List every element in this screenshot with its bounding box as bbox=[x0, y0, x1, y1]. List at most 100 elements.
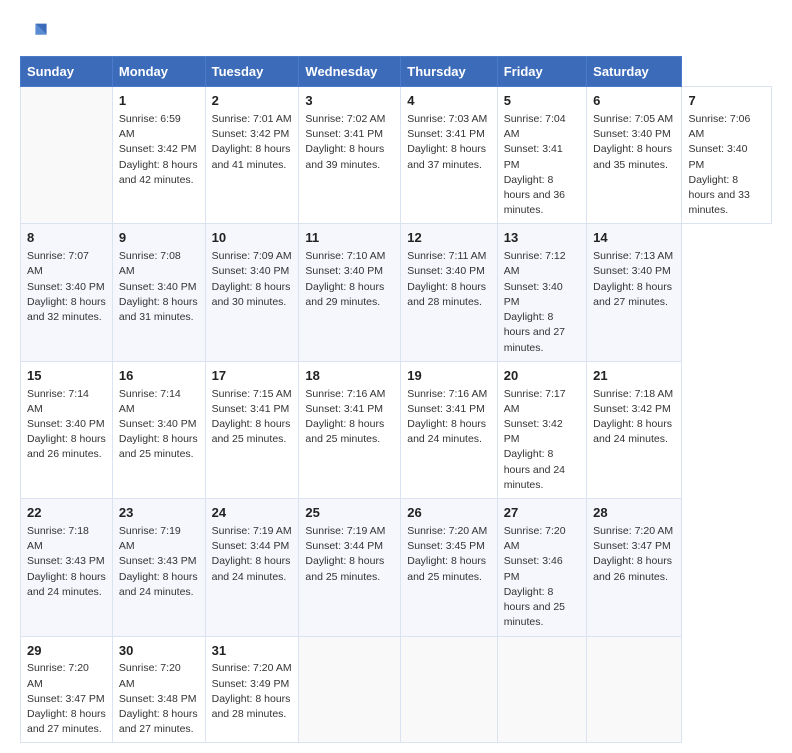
sunrise: Sunrise: 7:20 AM bbox=[119, 662, 181, 689]
daylight: Daylight: 8 hours and 27 minutes. bbox=[593, 281, 672, 308]
sunrise: Sunrise: 7:09 AM bbox=[212, 250, 292, 262]
sunset: Sunset: 3:40 PM bbox=[593, 128, 671, 140]
daylight: Daylight: 8 hours and 25 minutes. bbox=[305, 418, 384, 445]
logo-icon bbox=[20, 18, 48, 46]
day-cell: 8Sunrise: 7:07 AMSunset: 3:40 PMDaylight… bbox=[21, 224, 113, 361]
daylight: Daylight: 8 hours and 27 minutes. bbox=[504, 311, 565, 353]
sunset: Sunset: 3:40 PM bbox=[119, 418, 197, 430]
sunset: Sunset: 3:43 PM bbox=[27, 555, 105, 567]
sunset: Sunset: 3:42 PM bbox=[504, 418, 563, 445]
daylight: Daylight: 8 hours and 26 minutes. bbox=[27, 433, 106, 460]
daylight: Daylight: 8 hours and 24 minutes. bbox=[504, 448, 565, 490]
day-number: 16 bbox=[119, 367, 199, 386]
day-number: 24 bbox=[212, 504, 293, 523]
header bbox=[20, 18, 772, 46]
day-cell: 23Sunrise: 7:19 AMSunset: 3:43 PMDayligh… bbox=[112, 499, 205, 636]
day-cell bbox=[497, 636, 586, 743]
page: SundayMondayTuesdayWednesdayThursdayFrid… bbox=[0, 0, 792, 753]
sunrise: Sunrise: 7:20 AM bbox=[212, 662, 292, 674]
daylight: Daylight: 8 hours and 39 minutes. bbox=[305, 143, 384, 170]
daylight: Daylight: 8 hours and 25 minutes. bbox=[119, 433, 198, 460]
sunset: Sunset: 3:47 PM bbox=[27, 693, 105, 705]
day-cell: 12 Sunrise: 7:11 AM Sunset: 3:40 PM Dayligh… bbox=[401, 224, 497, 361]
day-number: 30 bbox=[119, 642, 199, 661]
day-cell: 10Sunrise: 7:09 AMSunset: 3:40 PMDayligh… bbox=[205, 224, 299, 361]
day-cell: 19Sunrise: 7:16 AMSunset: 3:41 PMDayligh… bbox=[401, 361, 497, 498]
sunset: Sunset: 3:41 PM bbox=[305, 403, 383, 415]
sunset: Sunset: 3:48 PM bbox=[119, 693, 197, 705]
daylight: Daylight: 8 hours and 24 minutes. bbox=[212, 555, 291, 582]
week-row-5: 29Sunrise: 7:20 AMSunset: 3:47 PMDayligh… bbox=[21, 636, 772, 743]
day-number: 22 bbox=[27, 504, 106, 523]
header-cell-friday: Friday bbox=[497, 57, 586, 87]
sunrise: Sunrise: 7:20 AM bbox=[407, 525, 487, 537]
daylight: Daylight: 8 hours and 25 minutes. bbox=[407, 555, 486, 582]
day-number: 31 bbox=[212, 642, 293, 661]
sunrise: Sunrise: 7:18 AM bbox=[593, 388, 673, 400]
daylight: Daylight: 8 hours and 26 minutes. bbox=[593, 555, 672, 582]
sunset: Sunset: 3:40 PM bbox=[27, 281, 105, 293]
header-cell-sunday: Sunday bbox=[21, 57, 113, 87]
sunrise: Sunrise: 7:11 AM bbox=[407, 250, 486, 262]
empty-cell bbox=[21, 87, 113, 224]
day-cell: 27Sunrise: 7:20 AMSunset: 3:46 PMDayligh… bbox=[497, 499, 586, 636]
sunset: Sunset: 3:46 PM bbox=[504, 555, 563, 582]
sunset: Sunset: 3:41 PM bbox=[212, 403, 290, 415]
day-cell: 25Sunrise: 7:19 AMSunset: 3:44 PMDayligh… bbox=[299, 499, 401, 636]
day-number: 25 bbox=[305, 504, 394, 523]
daylight: Daylight: 8 hours and 32 minutes. bbox=[27, 296, 106, 323]
day-cell: 30Sunrise: 7:20 AMSunset: 3:48 PMDayligh… bbox=[112, 636, 205, 743]
sunset: Sunset: 3:40 PM bbox=[504, 281, 563, 308]
day-number: 12 bbox=[407, 229, 490, 248]
daylight: Daylight: 8 hours and 41 minutes. bbox=[212, 143, 291, 170]
sunrise: Sunrise: 7:14 AM bbox=[27, 388, 89, 415]
sunset: Sunset: 3:40 PM bbox=[407, 265, 485, 277]
daylight: Daylight: 8 hours and 42 minutes. bbox=[119, 159, 198, 186]
daylight: Daylight: 8 hours and 30 minutes. bbox=[212, 281, 291, 308]
logo bbox=[20, 18, 52, 46]
sunset: Sunset: 3:42 PM bbox=[212, 128, 290, 140]
sunrise: Sunrise: 7:19 AM bbox=[119, 525, 181, 552]
day-number: 11 bbox=[305, 229, 394, 248]
sunrise: Sunrise: 7:06 AM bbox=[688, 113, 750, 140]
day-number: 21 bbox=[593, 367, 675, 386]
day-cell: 13 Sunrise: 7:12 AM Sunset: 3:40 PM Dayligh… bbox=[497, 224, 586, 361]
daylight: Daylight: 8 hours and 31 minutes. bbox=[119, 296, 198, 323]
day-cell: 1Sunrise: 6:59 AMSunset: 3:42 PMDaylight… bbox=[112, 87, 205, 224]
day-cell: 18Sunrise: 7:16 AMSunset: 3:41 PMDayligh… bbox=[299, 361, 401, 498]
daylight: Daylight: 8 hours and 35 minutes. bbox=[593, 143, 672, 170]
sunrise: Sunrise: 7:08 AM bbox=[119, 250, 181, 277]
sunrise: Sunrise: 7:18 AM bbox=[27, 525, 89, 552]
day-cell: 11Sunrise: 7:10 AMSunset: 3:40 PMDayligh… bbox=[299, 224, 401, 361]
day-cell: 17Sunrise: 7:15 AMSunset: 3:41 PMDayligh… bbox=[205, 361, 299, 498]
sunrise: Sunrise: 7:16 AM bbox=[407, 388, 487, 400]
sunrise: Sunrise: 7:13 AM bbox=[593, 250, 673, 262]
day-number: 13 bbox=[504, 229, 580, 248]
daylight: Daylight: 8 hours and 28 minutes. bbox=[407, 281, 486, 308]
day-number: 2 bbox=[212, 92, 293, 111]
day-cell: 24Sunrise: 7:19 AMSunset: 3:44 PMDayligh… bbox=[205, 499, 299, 636]
sunrise: Sunrise: 7:17 AM bbox=[504, 388, 566, 415]
day-cell: 15Sunrise: 7:14 AMSunset: 3:40 PMDayligh… bbox=[21, 361, 113, 498]
sunrise: Sunrise: 7:15 AM bbox=[212, 388, 292, 400]
header-cell-thursday: Thursday bbox=[401, 57, 497, 87]
sunset: Sunset: 3:41 PM bbox=[504, 143, 563, 170]
sunrise: Sunrise: 7:16 AM bbox=[305, 388, 385, 400]
sunrise: Sunrise: 7:19 AM bbox=[305, 525, 385, 537]
day-number: 15 bbox=[27, 367, 106, 386]
sunrise: Sunrise: 7:14 AM bbox=[119, 388, 181, 415]
day-cell: 7Sunrise: 7:06 AMSunset: 3:40 PMDaylight… bbox=[682, 87, 772, 224]
sunrise: Sunrise: 7:02 AM bbox=[305, 113, 385, 125]
day-number: 29 bbox=[27, 642, 106, 661]
daylight: Daylight: 8 hours and 24 minutes. bbox=[407, 418, 486, 445]
day-cell bbox=[401, 636, 497, 743]
day-number: 4 bbox=[407, 92, 490, 111]
day-cell: 22Sunrise: 7:18 AMSunset: 3:43 PMDayligh… bbox=[21, 499, 113, 636]
day-cell: 9Sunrise: 7:08 AMSunset: 3:40 PMDaylight… bbox=[112, 224, 205, 361]
day-number: 20 bbox=[504, 367, 580, 386]
day-cell: 21Sunrise: 7:18 AMSunset: 3:42 PMDayligh… bbox=[587, 361, 682, 498]
sunset: Sunset: 3:40 PM bbox=[212, 265, 290, 277]
sunrise: Sunrise: 7:12 AM bbox=[504, 250, 566, 277]
sunset: Sunset: 3:40 PM bbox=[305, 265, 383, 277]
daylight: Daylight: 8 hours and 25 minutes. bbox=[504, 586, 565, 628]
